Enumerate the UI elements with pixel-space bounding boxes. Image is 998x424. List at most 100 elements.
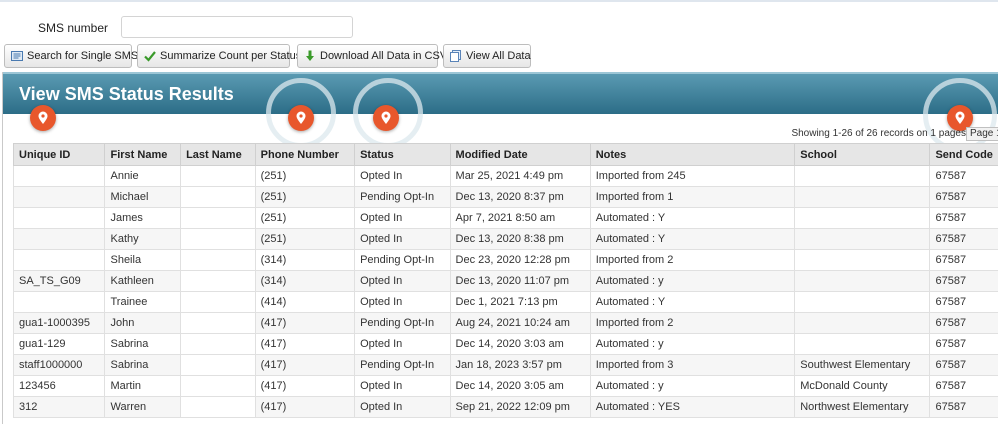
cell-send-code: 67587: [929, 186, 998, 208]
checkmark-icon: [144, 50, 156, 62]
col-header-send-code[interactable]: Send Code: [929, 143, 998, 166]
cell-notes: Automated : y: [589, 375, 796, 397]
table-row[interactable]: SA_TS_G09 Kathleen (314) Opted In Dec 13, 20…: [12, 270, 998, 292]
cell-phone-number: (417): [254, 312, 356, 334]
table-row[interactable]: 123456 Martin (417) Opted In Dec 14, 2020 3:…: [12, 375, 998, 397]
cell-phone-number: (417): [254, 375, 356, 397]
cell-notes: Automated : YES: [589, 396, 796, 418]
cell-first-name: Michael: [104, 186, 182, 208]
cell-phone-number: (251): [254, 207, 356, 229]
cell-first-name: Sheila: [104, 249, 182, 271]
cell-last-name: [180, 228, 256, 250]
table-row[interactable]: Trainee (414) Opted In Dec 1, 2021 7:13 pm A…: [12, 291, 998, 313]
table-row[interactable]: James (251) Opted In Apr 7, 2021 8:50 am Aut…: [12, 207, 998, 229]
cell-first-name: Kathy: [104, 228, 182, 250]
cell-phone-number: (251): [254, 186, 356, 208]
download-csv-label: Download All Data in CSV: [320, 50, 448, 62]
map-pin-icon[interactable]: [373, 105, 399, 131]
cell-modified-date: Dec 14, 2020 3:03 am: [449, 333, 591, 355]
col-header-last-name[interactable]: Last Name: [180, 143, 256, 166]
cell-status: Opted In: [354, 291, 451, 313]
cell-modified-date: Dec 13, 2020 11:07 pm: [449, 270, 591, 292]
col-header-phone-number[interactable]: Phone Number: [254, 143, 356, 166]
cell-school: Southwest Elementary: [794, 354, 931, 376]
cell-first-name: James: [104, 207, 182, 229]
cell-status: Opted In: [354, 207, 451, 229]
cell-notes: Imported from 245: [589, 165, 796, 187]
map-pin-icon[interactable]: [288, 105, 314, 131]
cell-notes: Automated : Y: [589, 207, 796, 229]
cell-modified-date: Jan 18, 2023 3:57 pm: [449, 354, 591, 376]
col-header-modified-date[interactable]: Modified Date: [449, 143, 591, 166]
summarize-count-button[interactable]: Summarize Count per Status: [137, 44, 301, 68]
sms-number-label: SMS number: [38, 21, 109, 35]
cell-unique-id: gua1-129: [12, 333, 106, 355]
cell-notes: Imported from 2: [589, 312, 796, 334]
cell-school: [794, 186, 931, 208]
cell-school: [794, 333, 931, 355]
cell-first-name: Sabrina: [104, 354, 182, 376]
cell-modified-date: Dec 23, 2020 12:28 pm: [449, 249, 591, 271]
cell-modified-date: Dec 14, 2020 3:05 am: [449, 375, 591, 397]
cell-status: Opted In: [354, 270, 451, 292]
cell-last-name: [180, 270, 256, 292]
col-header-notes[interactable]: Notes: [589, 143, 796, 166]
cell-school: Northwest Elementary: [794, 396, 931, 418]
cell-status: Pending Opt-In: [354, 186, 451, 208]
view-all-data-button[interactable]: View All Data: [443, 44, 531, 68]
col-header-status[interactable]: Status: [354, 143, 451, 166]
cell-unique-id: [12, 207, 106, 229]
table-row[interactable]: gua1-129 Sabrina (417) Opted In Dec 14, 2020…: [12, 333, 998, 355]
cell-send-code: 67587: [929, 270, 998, 292]
cell-school: McDonald County: [794, 375, 931, 397]
cell-last-name: [180, 291, 256, 313]
cell-unique-id: [12, 249, 106, 271]
cell-phone-number: (417): [254, 354, 356, 376]
download-arrow-icon: [304, 50, 316, 62]
cell-modified-date: Apr 7, 2021 8:50 am: [449, 207, 591, 229]
cell-school: [794, 207, 931, 229]
cell-notes: Automated : y: [589, 270, 796, 292]
table-row[interactable]: 312 Warren (417) Opted In Sep 21, 2022 12:09…: [12, 396, 998, 418]
cell-status: Pending Opt-In: [354, 312, 451, 334]
table-row[interactable]: gua1-1000395 John (417) Pending Opt-In Aug 2…: [12, 312, 998, 334]
cell-notes: Imported from 3: [589, 354, 796, 376]
map-pin-icon[interactable]: [30, 105, 56, 131]
cell-phone-number: (251): [254, 165, 356, 187]
cell-notes: Imported from 2: [589, 249, 796, 271]
cell-phone-number: (251): [254, 228, 356, 250]
table-row[interactable]: Kathy (251) Opted In Dec 13, 2020 8:38 pm Au…: [12, 228, 998, 250]
download-csv-button[interactable]: Download All Data in CSV: [297, 44, 447, 68]
cell-notes: Automated : y: [589, 333, 796, 355]
col-header-unique-id[interactable]: Unique ID: [12, 143, 106, 166]
table-row[interactable]: staff1000000 Sabrina (417) Pending Opt-In Ja…: [12, 354, 998, 376]
search-single-sms-button[interactable]: Search for Single SMS: [4, 44, 138, 68]
cell-phone-number: (417): [254, 396, 356, 418]
col-header-first-name[interactable]: First Name: [104, 143, 182, 166]
cell-unique-id: 312: [12, 396, 106, 418]
cell-send-code: 67587: [929, 249, 998, 271]
cell-school: [794, 312, 931, 334]
records-count-text: Showing 1-26 of 26 records on 1 pages: [791, 128, 966, 139]
cell-last-name: [180, 249, 256, 271]
table-row[interactable]: Sheila (314) Pending Opt-In Dec 23, 2020 12…: [12, 249, 998, 271]
cell-status: Pending Opt-In: [354, 249, 451, 271]
cell-first-name: Annie: [104, 165, 182, 187]
cell-send-code: 67587: [929, 228, 998, 250]
sms-number-input[interactable]: [121, 16, 353, 38]
cell-unique-id: 123456: [12, 375, 106, 397]
cell-send-code: 67587: [929, 207, 998, 229]
cell-last-name: [180, 396, 256, 418]
table-row[interactable]: Michael (251) Pending Opt-In Dec 13, 2020 8…: [12, 186, 998, 208]
top-divider: [0, 0, 998, 2]
cell-school: [794, 249, 931, 271]
cell-notes: Automated : Y: [589, 228, 796, 250]
page-selector[interactable]: Page 1: [966, 127, 998, 141]
view-all-data-label: View All Data: [466, 50, 531, 62]
cell-modified-date: Dec 1, 2021 7:13 pm: [449, 291, 591, 313]
pages-icon: [450, 50, 462, 62]
col-header-school[interactable]: School: [794, 143, 931, 166]
cell-status: Opted In: [354, 375, 451, 397]
results-panel: View SMS Status Results Showing 1-26 of …: [2, 72, 998, 424]
table-row[interactable]: Annie (251) Opted In Mar 25, 2021 4:49 pm Im…: [12, 165, 998, 187]
